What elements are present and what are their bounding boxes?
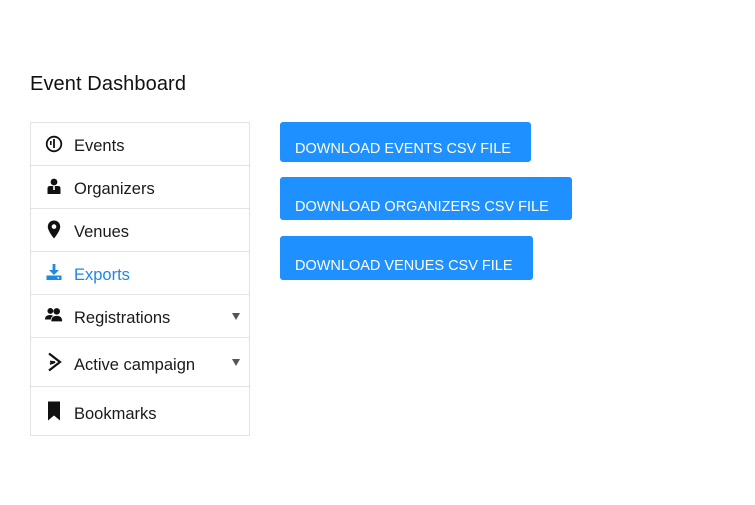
sidebar-item-bookmarks[interactable]: Bookmarks: [31, 387, 249, 435]
sidebar-item-label: Organizers: [74, 180, 155, 198]
sidebar-item-label: Bookmarks: [74, 405, 157, 423]
chevron-down-icon[interactable]: [232, 313, 240, 320]
sidebar-item-venues[interactable]: Venues: [31, 209, 249, 252]
sidebar-item-organizers[interactable]: Organizers: [31, 166, 249, 209]
info-circle-icon: [44, 134, 64, 154]
page-title: Event Dashboard: [30, 73, 187, 95]
sidebar-item-registrations[interactable]: Registrations: [31, 295, 249, 338]
sidebar-item-label: Registrations: [74, 309, 171, 327]
sidebar-item-label: Events: [74, 137, 125, 155]
map-pin-icon: [44, 219, 64, 239]
campaign-chevron-icon: [44, 352, 64, 372]
bookmark-icon: [44, 401, 64, 421]
organizer-icon: [44, 176, 64, 196]
sidebar-item-events[interactable]: Events: [31, 123, 249, 166]
download-organizers-csv-button[interactable]: DOWNLOAD ORGANIZERS CSV FILE: [280, 177, 572, 220]
download-venues-csv-button[interactable]: DOWNLOAD VENUES CSV FILE: [280, 236, 533, 280]
sidebar-nav: Events Organizers Venues Exports Registr…: [30, 122, 250, 436]
sidebar-item-active-campaign[interactable]: Active campaign: [31, 338, 249, 387]
chevron-down-icon[interactable]: [232, 359, 240, 366]
sidebar-item-exports[interactable]: Exports: [31, 252, 249, 295]
sidebar-item-label: Exports: [74, 266, 130, 284]
sidebar-item-label: Active campaign: [74, 356, 196, 374]
download-events-csv-button[interactable]: DOWNLOAD EVENTS CSV FILE: [280, 122, 531, 162]
users-icon: [44, 305, 64, 325]
download-icon: [44, 262, 64, 282]
sidebar-item-label: Venues: [74, 223, 130, 241]
